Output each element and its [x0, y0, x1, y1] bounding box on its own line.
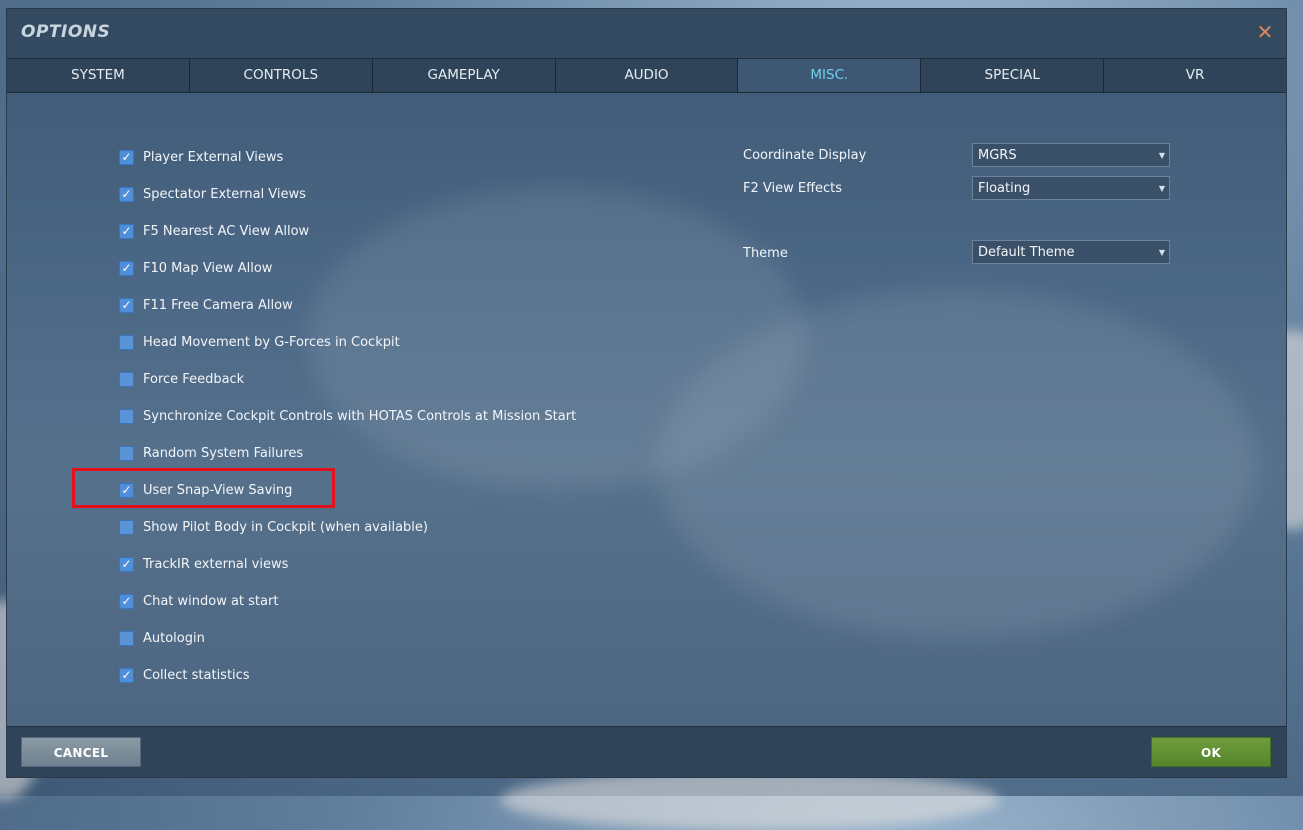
checkbox-f10-map-view[interactable]: ✓ F10 Map View Allow	[119, 258, 272, 278]
check-icon[interactable]: ✓	[119, 186, 134, 202]
tab-vr[interactable]: VR	[1104, 59, 1286, 92]
checkbox-label: Force Feedback	[143, 371, 245, 387]
checkbox-label: Chat window at start	[143, 593, 279, 609]
checkbox-head-movement-g-forces[interactable]: Head Movement by G-Forces in Cockpit	[119, 332, 400, 352]
window-cloud	[657, 289, 1257, 639]
ok-button[interactable]: OK	[1151, 737, 1271, 767]
background-cloud	[500, 770, 1000, 830]
tab-audio[interactable]: AUDIO	[555, 59, 739, 92]
options-window: OPTIONS ✕ SYSTEM CONTROLS GAMEPLAY AUDIO…	[7, 9, 1286, 777]
select-value: Default Theme	[978, 244, 1075, 260]
checkbox-label: Spectator External Views	[143, 186, 306, 202]
checkbox-label: F10 Map View Allow	[143, 260, 273, 276]
select-value: Floating	[978, 180, 1031, 196]
tab-system[interactable]: SYSTEM	[7, 59, 190, 92]
check-icon[interactable]: ✓	[119, 260, 134, 276]
checkbox-f11-free-camera[interactable]: ✓ F11 Free Camera Allow	[119, 295, 293, 315]
checkbox-label: User Snap-View Saving	[143, 482, 293, 498]
tab-gameplay[interactable]: GAMEPLAY	[372, 59, 556, 92]
check-icon[interactable]: ✓	[119, 149, 134, 165]
close-icon[interactable]: ✕	[1254, 21, 1276, 43]
checkbox-f5-nearest-ac-view[interactable]: ✓ F5 Nearest AC View Allow	[119, 221, 309, 241]
coordinate-display-select[interactable]: MGRS ▼	[972, 143, 1170, 167]
checkbox-show-pilot-body[interactable]: Show Pilot Body in Cockpit (when availab…	[119, 517, 428, 537]
checkbox-label: Autologin	[143, 630, 205, 646]
f2-view-effects-label: F2 View Effects	[743, 181, 843, 196]
checkbox-label: F11 Free Camera Allow	[143, 297, 293, 313]
tab-special[interactable]: SPECIAL	[921, 59, 1105, 92]
checkbox-box[interactable]	[119, 630, 134, 646]
checkbox-random-system-failures[interactable]: Random System Failures	[119, 443, 303, 463]
checkbox-label: Head Movement by G-Forces in Cockpit	[143, 334, 400, 350]
check-icon[interactable]: ✓	[119, 556, 134, 572]
window-title: OPTIONS	[21, 22, 111, 42]
checkbox-collect-statistics[interactable]: ✓ Collect statistics	[119, 665, 250, 685]
checkbox-label: Show Pilot Body in Cockpit (when availab…	[143, 519, 428, 535]
check-icon[interactable]: ✓	[119, 593, 134, 609]
checkbox-label: Synchronize Cockpit Controls with HOTAS …	[143, 408, 577, 424]
checkbox-chat-window-at-start[interactable]: ✓ Chat window at start	[119, 591, 278, 611]
checkbox-label: TrackIR external views	[143, 556, 289, 572]
checkbox-spectator-external-views[interactable]: ✓ Spectator External Views	[119, 184, 306, 204]
tab-controls[interactable]: CONTROLS	[189, 59, 373, 92]
coordinate-display-label: Coordinate Display	[743, 148, 867, 163]
checkbox-label: F5 Nearest AC View Allow	[143, 223, 310, 239]
theme-label: Theme	[743, 246, 788, 261]
chevron-down-icon: ▼	[1158, 247, 1166, 257]
f2-view-effects-select[interactable]: Floating ▼	[972, 176, 1170, 200]
check-icon[interactable]: ✓	[119, 482, 134, 498]
footer-bar: CANCEL OK	[7, 726, 1286, 777]
chevron-down-icon: ▼	[1158, 150, 1166, 160]
checkbox-box[interactable]	[119, 445, 134, 461]
checkbox-box[interactable]	[119, 408, 134, 424]
checkbox-box[interactable]	[119, 371, 134, 387]
checkbox-player-external-views[interactable]: ✓ Player External Views	[119, 147, 283, 167]
checkbox-label: Random System Failures	[143, 445, 304, 461]
check-icon[interactable]: ✓	[119, 297, 134, 313]
check-icon[interactable]: ✓	[119, 667, 134, 683]
theme-select[interactable]: Default Theme ▼	[972, 240, 1170, 264]
checkbox-trackir-external-views[interactable]: ✓ TrackIR external views	[119, 554, 288, 574]
check-icon[interactable]: ✓	[119, 223, 134, 239]
checkbox-force-feedback[interactable]: Force Feedback	[119, 369, 244, 389]
checkbox-user-snap-view-saving[interactable]: ✓ User Snap-View Saving	[119, 480, 292, 500]
checkbox-box[interactable]	[119, 334, 134, 350]
checkbox-label: Collect statistics	[143, 667, 250, 683]
chevron-down-icon: ▼	[1158, 183, 1166, 193]
tab-misc[interactable]: MISC.	[738, 59, 922, 92]
cancel-button[interactable]: CANCEL	[21, 737, 141, 767]
title-bar: OPTIONS ✕	[7, 9, 1286, 58]
checkbox-synchronize-cockpit-controls[interactable]: Synchronize Cockpit Controls with HOTAS …	[119, 406, 576, 426]
checkbox-autologin[interactable]: Autologin	[119, 628, 205, 648]
select-value: MGRS	[978, 147, 1017, 163]
checkbox-label: Player External Views	[143, 149, 284, 165]
tab-bar: SYSTEM CONTROLS GAMEPLAY AUDIO MISC. SPE…	[7, 58, 1286, 93]
checkbox-box[interactable]	[119, 519, 134, 535]
